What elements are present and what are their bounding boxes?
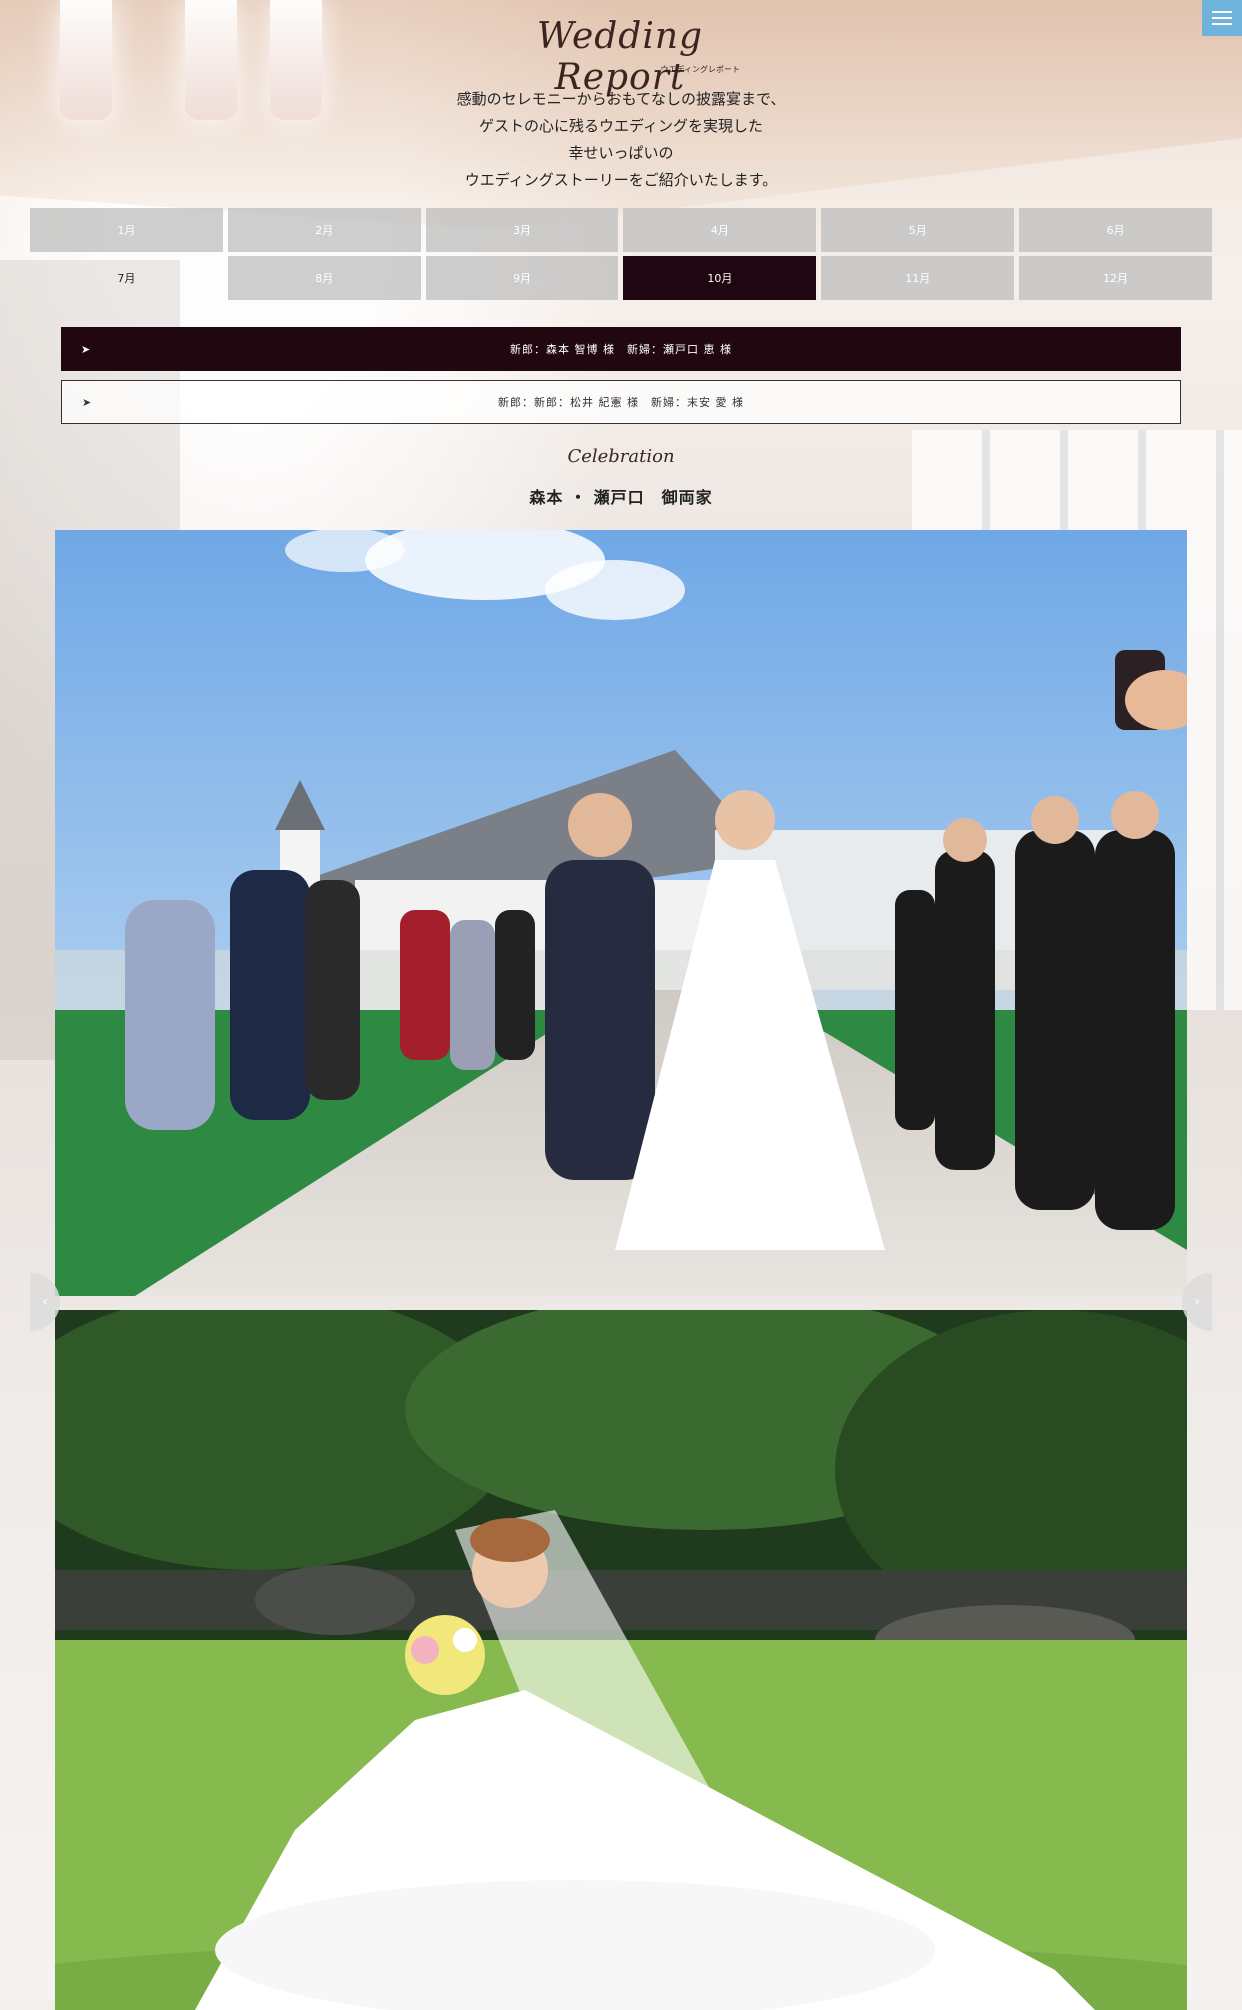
month-tab-9[interactable]: 9月 bbox=[425, 256, 619, 300]
intro-text: 感動のセレモニーからおもてなしの披露宴まで、 ゲストの心に残るウエディングを実現… bbox=[0, 86, 1242, 194]
wedding-photo-procession bbox=[55, 530, 1187, 1296]
arrow-right-icon: ➤ bbox=[82, 395, 93, 409]
month-tab-8[interactable]: 8月 bbox=[227, 256, 421, 300]
month-tab-3[interactable]: 3月 bbox=[425, 208, 619, 252]
wedding-photo-bride-garden bbox=[55, 1310, 1187, 2010]
logo-kana: ウエディングレポート bbox=[660, 65, 740, 74]
celebration-script-heading: Celebration bbox=[567, 446, 675, 467]
couple-label: 新郎：新郎：松井 紀憲 様 新婦：末安 愛 様 bbox=[498, 396, 744, 409]
intro-line: 幸せいっぱいの bbox=[568, 144, 674, 162]
month-tab-6[interactable]: 6月 bbox=[1019, 208, 1212, 252]
month-tab-12[interactable]: 12月 bbox=[1019, 256, 1212, 300]
intro-line: 感動のセレモニーからおもてなしの披露宴まで、 bbox=[456, 90, 786, 108]
month-tab-4[interactable]: 4月 bbox=[623, 208, 817, 252]
intro-line: ウエディングストーリーをご紹介いたします。 bbox=[464, 171, 778, 189]
hamburger-menu-icon[interactable] bbox=[1202, 0, 1242, 36]
month-selector: 1月 2月 3月 4月 5月 6月 7月 8月 9月 10月 11月 12月 bbox=[30, 208, 1212, 300]
month-tab-10[interactable]: 10月 bbox=[623, 256, 817, 300]
page-content: Wedding Report ウエディングレポート 感動のセレモニーからおもてな… bbox=[0, 0, 1242, 2010]
month-tab-7[interactable]: 7月 bbox=[30, 256, 223, 300]
chevron-right-icon: › bbox=[1194, 1294, 1200, 1310]
family-title: 森本 ・ 瀬戸口 御両家 bbox=[529, 488, 713, 507]
month-tab-2[interactable]: 2月 bbox=[227, 208, 421, 252]
wedding-report-logo: Wedding Report ウエディングレポート bbox=[490, 16, 750, 98]
month-tab-1[interactable]: 1月 bbox=[30, 208, 223, 252]
couple-link-active[interactable]: ➤ 新郎：森本 智博 様 新婦：瀬戸口 恵 様 bbox=[61, 327, 1181, 371]
chevron-left-icon: ‹ bbox=[42, 1294, 48, 1310]
couple-link[interactable]: ➤ 新郎：新郎：松井 紀憲 様 新婦：末安 愛 様 bbox=[61, 380, 1181, 424]
month-tab-5[interactable]: 5月 bbox=[821, 208, 1015, 252]
month-tab-11[interactable]: 11月 bbox=[821, 256, 1015, 300]
intro-line: ゲストの心に残るウエディングを実現した bbox=[479, 117, 763, 135]
couple-label: 新郎：森本 智博 様 新婦：瀬戸口 恵 様 bbox=[510, 343, 732, 356]
arrow-right-icon: ➤ bbox=[81, 342, 92, 356]
